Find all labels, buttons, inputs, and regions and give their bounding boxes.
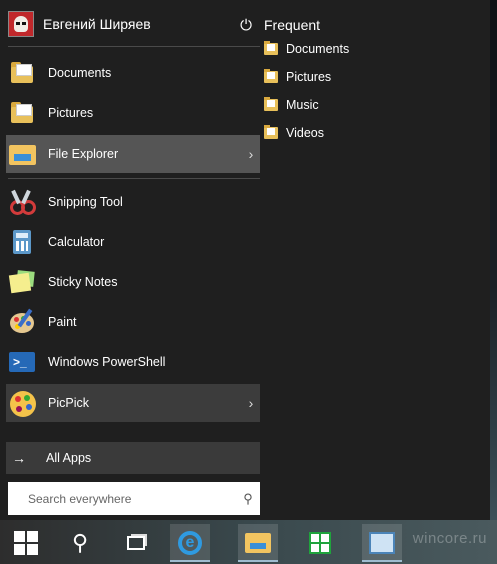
divider (8, 46, 260, 47)
menu-item-label: Calculator (48, 235, 105, 249)
frequent-item-label: Videos (286, 126, 324, 140)
snipping-tool-icon (8, 188, 36, 216)
picpick-icon (8, 389, 36, 417)
menu-item-label: Paint (48, 315, 77, 329)
file-explorer-icon (245, 533, 271, 553)
frequent-item-label: Pictures (286, 70, 332, 84)
menu-item-label: Sticky Notes (48, 275, 118, 289)
search-icon[interactable]: ⚲ (236, 491, 260, 507)
pinned-item-documents[interactable]: Documents (6, 54, 260, 92)
taskbar-file-explorer[interactable] (238, 524, 278, 562)
taskbar-internet-explorer[interactable]: e (170, 524, 210, 562)
watermark: wincore.ru (412, 530, 487, 547)
app-item-snipping-tool[interactable]: Snipping Tool (6, 183, 260, 221)
start-menu: Евгений Ширяев Documents Pictures File E… (0, 0, 490, 520)
folder-icon (264, 125, 278, 139)
calculator-icon (8, 228, 36, 256)
windows-logo-icon (14, 531, 38, 555)
user-name: Евгений Ширяев (43, 16, 151, 32)
menu-item-label: Windows PowerShell (48, 355, 166, 369)
folder-icon (264, 41, 278, 55)
frequent-item-label: Documents (286, 42, 350, 56)
chevron-right-icon[interactable]: › (242, 395, 260, 411)
app-item-picpick[interactable]: PicPick › (6, 384, 260, 422)
menu-item-label: Snipping Tool (48, 195, 123, 209)
menu-item-label: File Explorer (48, 147, 119, 161)
user-avatar (8, 11, 34, 37)
task-view-button[interactable] (116, 524, 156, 562)
search-input[interactable] (8, 481, 236, 516)
pinned-item-pictures[interactable]: Pictures (6, 94, 260, 132)
task-view-icon (127, 536, 145, 550)
search-button[interactable]: ⚲ (60, 524, 100, 562)
windows-store-icon (309, 532, 331, 554)
folder-icon (264, 69, 278, 83)
frequent-item-music[interactable]: Music (264, 95, 319, 115)
documents-folder-icon (8, 59, 36, 87)
taskbar-remote-desktop[interactable] (362, 524, 402, 562)
powershell-icon: >_ (8, 348, 36, 376)
frequent-item-pictures[interactable]: Pictures (264, 67, 331, 87)
arrow-right-icon: → (12, 450, 26, 466)
power-icon[interactable]: ⏻ (236, 17, 256, 34)
remote-desktop-icon (369, 532, 395, 554)
chevron-right-icon[interactable]: › (242, 146, 260, 162)
search-box[interactable]: ⚲ (8, 481, 260, 516)
power-and-frequent-header: ⏻ Frequent (236, 14, 320, 36)
sticky-notes-icon (8, 268, 36, 296)
frequent-item-videos[interactable]: Videos (264, 123, 324, 143)
menu-item-label: PicPick (48, 396, 89, 410)
frequent-item-documents[interactable]: Documents (264, 39, 349, 59)
frequent-title: Frequent (264, 17, 321, 33)
pictures-folder-icon (8, 99, 36, 127)
frequent-item-label: Music (286, 98, 319, 112)
start-menu-left-column: Евгений Ширяев Documents Pictures File E… (0, 0, 262, 520)
taskbar-windows-store[interactable] (300, 524, 340, 562)
app-item-paint[interactable]: Paint (6, 303, 260, 341)
app-item-windows-powershell[interactable]: >_ Windows PowerShell (6, 343, 260, 381)
pinned-item-file-explorer[interactable]: File Explorer › (6, 135, 260, 173)
start-button[interactable] (6, 524, 46, 562)
folder-icon (264, 97, 278, 111)
app-item-sticky-notes[interactable]: Sticky Notes (6, 263, 260, 301)
all-apps-button[interactable]: → All Apps (6, 442, 260, 474)
menu-item-label: Pictures (48, 106, 94, 120)
internet-explorer-icon: e (178, 531, 202, 555)
user-account[interactable]: Евгений Ширяев (8, 10, 151, 38)
all-apps-label: All Apps (46, 451, 92, 465)
menu-item-label: Documents (48, 66, 112, 80)
search-icon: ⚲ (71, 530, 89, 555)
divider (8, 178, 260, 179)
file-explorer-icon (8, 140, 36, 168)
app-item-calculator[interactable]: Calculator (6, 223, 260, 261)
paint-icon (8, 308, 36, 336)
